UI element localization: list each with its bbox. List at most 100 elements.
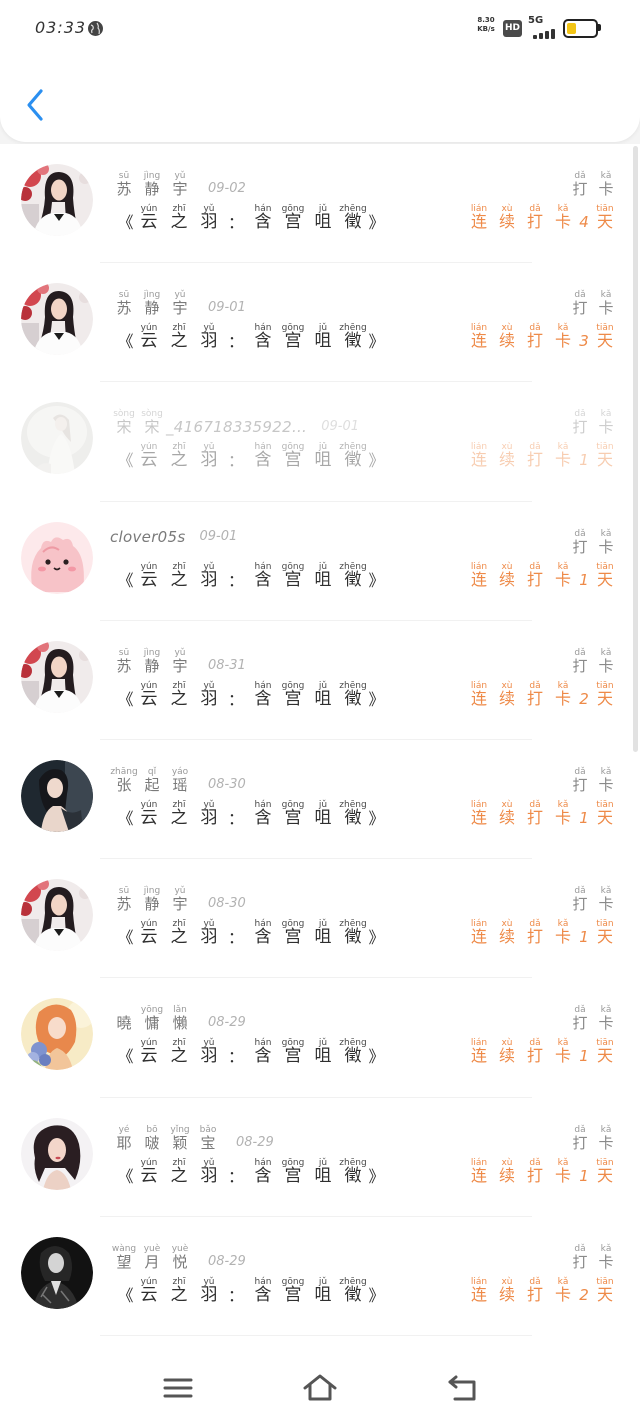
book-title-syllable: hán 含 [248, 442, 278, 469]
menu-button[interactable] [156, 1370, 200, 1406]
streak-char: 卡 [554, 1046, 571, 1066]
user-name-pinyin: yǐng [170, 1124, 190, 1135]
avatar[interactable] [21, 521, 93, 594]
book-title-char: 含 [254, 688, 272, 709]
streak-syllable: xù 续 [493, 1277, 521, 1303]
book-title-syllable: zhī 之 [164, 562, 194, 589]
book-title-char: 羽 [200, 1046, 218, 1067]
book-title-colon: ： [227, 928, 244, 948]
streak-syllable: lián 连 [465, 800, 493, 826]
streak-char: 天 [596, 1284, 613, 1304]
book-title-syllable: hán 含 [248, 681, 278, 708]
checkin-record[interactable]: sòng 宋 sòng 宋 _416718335922… 09-01 dǎ 打 kǎ 卡《 yún 云… [0, 382, 640, 502]
book-title-char: 羽 [200, 212, 218, 232]
book-title-char: 宫 [284, 212, 302, 232]
book-title-char: 宫 [284, 927, 302, 948]
book-title-close-bracket: 》 [368, 1285, 385, 1305]
checkin-label-syllable: dǎ 打 [567, 529, 593, 555]
signal-bar [533, 35, 537, 39]
book-title-char: 之 [170, 331, 188, 352]
book-title-syllable: hán 含 [248, 562, 278, 589]
back-button[interactable] [20, 84, 50, 126]
book-title-close-bracket: 》 [368, 213, 385, 232]
book-title-char: 云 [140, 569, 158, 590]
streak-syllable: dǎ 打 [521, 800, 549, 826]
book-title-char: 云 [140, 1046, 158, 1067]
avatar[interactable] [21, 759, 93, 832]
streak-syllable: dǎ 打 [521, 204, 549, 230]
streak-syllable: lián 连 [465, 323, 493, 349]
record-header-line: wàng 望 yuè 月 yuè 悦 08-29 [110, 1244, 246, 1270]
book-title-syllable: zhī 之 [164, 800, 194, 827]
checkin-record[interactable]: wàng 望 yuè 月 yuè 悦 08-29 dǎ 打 kǎ 卡《 yún 云 zhī 之 yǔ 羽： hán… [0, 1217, 640, 1336]
book-title-syllable: zhēng 徵 [338, 323, 368, 350]
checkin-record[interactable]: 曉 yōng 慵 lǎn 懶 08-29 dǎ 打 kǎ 卡《 yún 云 zhī 之 yǔ 羽： hán 含 gō… [0, 978, 640, 1098]
user-name-syllable: sòng 宋 [138, 409, 166, 435]
record-header-line: zhāng 张 qǐ 起 yáo 瑶 08-30 [110, 767, 245, 793]
streak-syllable: tiān 天 [591, 1158, 619, 1184]
clock-time: 03:33 [35, 18, 87, 37]
streak-syllable: dǎ 打 [521, 1158, 549, 1184]
book-title-syllable: zhēng 徵 [338, 204, 368, 231]
streak-days: 1 [579, 451, 589, 470]
scrollbar[interactable] [633, 146, 638, 752]
streak-syllable: kǎ 卡 [549, 204, 577, 230]
book-title-char: 咀 [314, 927, 332, 948]
user-name-syllable: jìng 静 [138, 648, 166, 674]
avatar[interactable] [21, 998, 93, 1071]
streak-char: 卡 [554, 807, 571, 827]
book-title-syllable: zhēng 徵 [338, 1038, 368, 1065]
checkin-record[interactable]: sū 苏 jìng 静 yǔ 宇 09-01 dǎ 打 kǎ 卡《 yún 云 zhī 之 yǔ 羽： hán 含 g… [0, 263, 640, 383]
user-name-char: 苏 [116, 656, 132, 675]
checkin-label-syllable: dǎ 打 [567, 290, 593, 316]
streak-char: 连 [470, 450, 487, 470]
streak-days: 1 [579, 928, 589, 947]
checkin-record[interactable]: sū 苏 jìng 静 yǔ 宇 08-31 dǎ 打 kǎ 卡《 yún 云 zhī 之 yǔ 羽： hán 含 g… [0, 621, 640, 740]
book-title-char: 羽 [200, 1284, 218, 1305]
streak-text: lián 连 xù 续 dǎ 打 kǎ 卡 2 tiān 天 [465, 681, 619, 707]
streak-syllable: kǎ 卡 [549, 800, 577, 826]
book-title-syllable: gōng 宫 [278, 1277, 308, 1304]
book-title-close-bracket: 》 [368, 1047, 385, 1067]
avatar[interactable] [21, 1117, 93, 1190]
book-title-syllable: hán 含 [248, 204, 278, 231]
book-title-char: 徵 [344, 1165, 362, 1186]
book-title-char: 含 [254, 807, 272, 828]
checkin-record[interactable]: clover05s 09-01 dǎ 打 kǎ 卡《 yún 云 zhī 之 yǔ 羽： hán 含 gōn… [0, 502, 640, 621]
checkin-record[interactable]: sū 苏 jìng 静 yǔ 宇 09-02 dǎ 打 kǎ 卡《 yún 云 zhī 之 yǔ 羽： hán 含 g… [0, 144, 640, 264]
streak-char: 连 [470, 1165, 487, 1185]
avatar[interactable] [21, 879, 93, 952]
checkin-record[interactable]: sū 苏 jìng 静 yǔ 宇 08-30 dǎ 打 kǎ 卡《 yún 云 zhī 之 yǔ 羽： hán 含 g… [0, 859, 640, 979]
checkin-label-char: 打 [572, 775, 588, 794]
book-title-syllable: zhēng 徵 [338, 1277, 368, 1304]
book-title-char: 宫 [284, 1165, 302, 1186]
streak-syllable: kǎ 卡 [549, 1277, 577, 1303]
avatar[interactable] [21, 402, 93, 475]
streak-char: 打 [526, 450, 543, 470]
checkin-record[interactable]: yé 耶 bō 啵 yǐng 颖 bǎo 宝 08-29 dǎ 打 kǎ 卡《 yún 云 zhī 之 yǔ 羽： h… [0, 1098, 640, 1217]
book-title-syllable: yǔ 羽 [194, 204, 224, 231]
user-name-syllable: zhāng 张 [110, 767, 138, 793]
checkin-date: 08-31 [208, 657, 246, 673]
book-title-syllable: gōng 宫 [278, 562, 308, 589]
checkin-record[interactable]: zhāng 张 qǐ 起 yáo 瑶 08-30 dǎ 打 kǎ 卡《 yún 云 zhī 之 yǔ 羽： hán… [0, 740, 640, 860]
book-title-syllable: jǔ 咀 [308, 562, 338, 589]
book-title-char: 含 [254, 569, 272, 590]
book-title-syllable: jǔ 咀 [308, 919, 338, 946]
user-name-char: 宝 [200, 1133, 216, 1152]
streak-syllable: dǎ 打 [521, 919, 549, 945]
book-title-open-bracket: 《 [117, 451, 134, 471]
avatar[interactable] [21, 1236, 93, 1309]
user-name: clover05s [110, 529, 185, 545]
avatar[interactable] [21, 283, 93, 356]
back-nav-button[interactable] [440, 1368, 484, 1408]
battery-icon [563, 19, 598, 38]
checkin-label-syllable: dǎ 打 [567, 1125, 593, 1151]
checkin-label: dǎ 打 kǎ 卡 [567, 886, 619, 912]
book-title-colon: ： [227, 213, 244, 232]
avatar[interactable] [21, 164, 93, 236]
book-title-char: 羽 [200, 450, 218, 471]
checkin-label-syllable: kǎ 卡 [593, 529, 619, 555]
home-button[interactable] [298, 1368, 342, 1408]
avatar[interactable] [21, 640, 93, 713]
